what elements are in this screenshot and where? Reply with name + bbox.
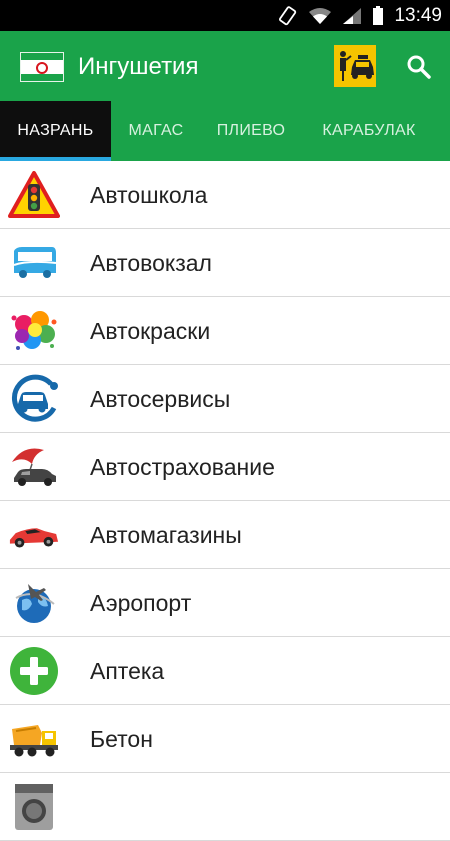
- list-item-label: Автомагазины: [90, 522, 242, 548]
- status-time: 13:49: [394, 4, 442, 26]
- battery-icon: [372, 5, 384, 26]
- tab-plievo[interactable]: ПЛИЕВО: [201, 101, 301, 161]
- list-item-label: Аптека: [90, 658, 165, 684]
- list-item-label: Аэропорт: [90, 590, 192, 616]
- screen-rotation-icon: [278, 5, 298, 26]
- taxi-button[interactable]: [334, 45, 376, 87]
- app-title: Ингушетия: [78, 53, 199, 80]
- wifi-icon: [308, 7, 332, 25]
- list-item[interactable]: Автошкола: [0, 161, 450, 229]
- list-item[interactable]: Автострахование: [0, 433, 450, 501]
- list-item[interactable]: Автосервисы: [0, 365, 450, 433]
- list-item[interactable]: Автокраски: [0, 297, 450, 365]
- list-item-label: Бетон: [90, 726, 153, 752]
- concrete-mixer-truck-icon: [8, 714, 60, 764]
- car-service-icon: [8, 374, 60, 424]
- category-list: Автошкола Автовокзал Автокраски Автосерв…: [0, 161, 450, 841]
- list-item-label: Автокраски: [90, 318, 211, 344]
- signal-icon: [342, 7, 362, 25]
- search-icon: [407, 55, 431, 79]
- list-item[interactable]: Автовокзал: [0, 229, 450, 297]
- paint-splash-icon: [8, 306, 60, 356]
- list-item[interactable]: Аптека: [0, 637, 450, 705]
- list-item-label: Автострахование: [90, 454, 275, 480]
- sports-car-icon: [8, 510, 60, 560]
- app-bar: Ингушетия: [0, 31, 450, 101]
- list-item-label: Автошкола: [90, 182, 208, 208]
- ingushetia-flag-icon: [20, 52, 64, 82]
- tab-karabulak[interactable]: КАРАБУЛАК: [301, 101, 437, 161]
- car-umbrella-icon: [8, 442, 60, 492]
- city-tabs: НАЗРАНЬ МАГАС ПЛИЕВО КАРАБУЛАК: [0, 101, 450, 161]
- list-item-label: Автовокзал: [90, 250, 212, 276]
- list-item-label: Автосервисы: [90, 386, 231, 412]
- bus-icon: [8, 238, 60, 288]
- list-item[interactable]: Бетон: [0, 705, 450, 773]
- traffic-light-sign-icon: [8, 170, 60, 220]
- search-button[interactable]: [400, 48, 438, 86]
- pharmacy-cross-icon: [8, 646, 60, 696]
- list-item[interactable]: Автомагазины: [0, 501, 450, 569]
- list-item[interactable]: Аэропорт: [0, 569, 450, 637]
- airplane-globe-icon: [8, 578, 60, 628]
- tab-magas[interactable]: МАГАС: [111, 101, 201, 161]
- status-bar: 13:49: [0, 0, 450, 31]
- list-item[interactable]: [0, 773, 450, 841]
- washing-machine-icon: [8, 782, 60, 832]
- taxi-icon: [340, 51, 374, 81]
- tab-nazran[interactable]: НАЗРАНЬ: [0, 101, 111, 161]
